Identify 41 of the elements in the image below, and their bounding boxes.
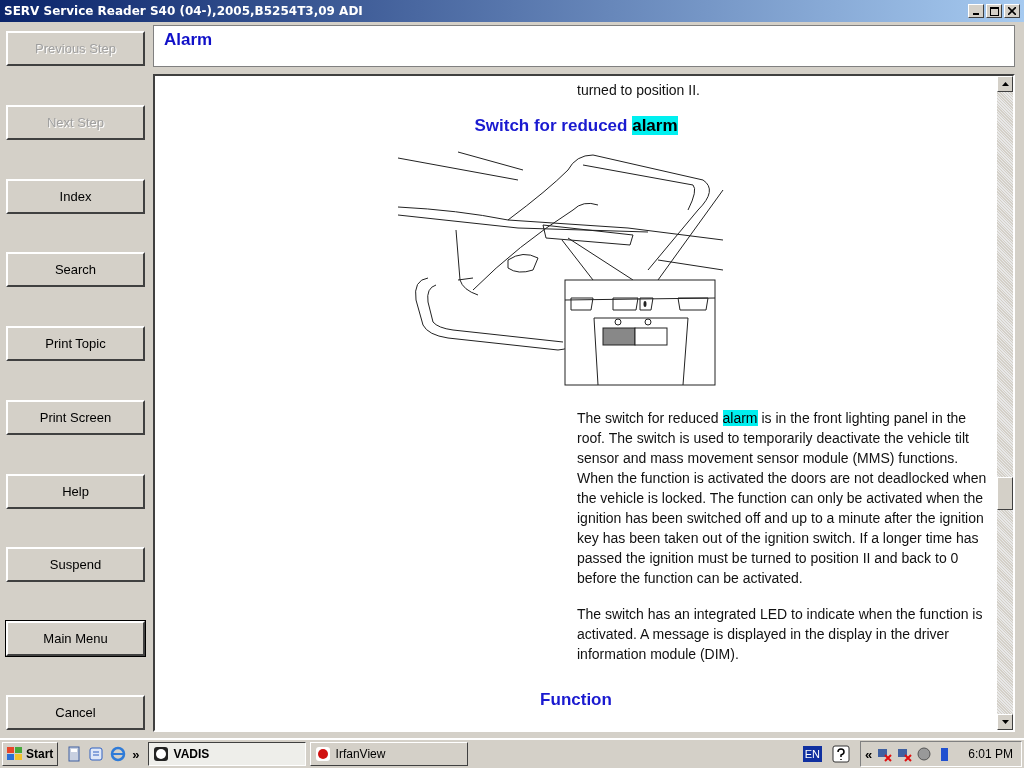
minimize-button[interactable] [968, 4, 984, 18]
section-heading: Switch for reduced alarm [474, 116, 678, 136]
section-heading: Function [540, 690, 612, 710]
sidebar-button[interactable]: Suspend [6, 547, 145, 583]
close-button[interactable] [1004, 4, 1020, 18]
sidebar-button[interactable]: Cancel [6, 694, 145, 730]
app-icon [314, 746, 331, 762]
calculator-icon[interactable] [66, 746, 83, 762]
network-error-icon[interactable] [876, 746, 893, 762]
close-icon [1008, 7, 1016, 15]
document-icon[interactable] [88, 746, 105, 762]
topic-title: Alarm [164, 30, 213, 49]
scroll-down-button[interactable] [997, 714, 1013, 730]
sidebar-button[interactable]: Print Topic [6, 326, 145, 362]
down-arrow-icon [1001, 720, 1009, 724]
scrollbar-thumb[interactable] [997, 477, 1013, 510]
window-title: SERV Service Reader S40 (04-),2005,B5254T3,09 ADI [4, 4, 363, 18]
windows-logo-icon [7, 747, 23, 761]
tray-expand-chevron[interactable]: « [865, 746, 873, 762]
body-paragraph: The switch for reduced alarm is in the front lighting panel in the roof. The switch is used to temporarily deactivate the vehicle tilt sensor and mass movement sensor module (MMS) functions. When the function is activated the doors are not deadlocked when the vehicle is locked. The function can only be activated when the ignition has been switched off and up to a minute after the ignition key has been taken out of the ignition switch. If a longer time has passed the ignition must be turned to position II and back to 0 before the function can be activated. [577, 409, 988, 588]
maximize-button[interactable] [986, 4, 1002, 18]
vertical-scrollbar[interactable] [997, 76, 1013, 730]
body-text: turned to position II. [577, 81, 701, 100]
scroll-up-button[interactable] [997, 76, 1013, 92]
sidebar-button[interactable]: Index [6, 178, 145, 214]
taskbar-button[interactable]: VADIS [147, 742, 306, 766]
language-indicator[interactable]: EN [802, 746, 823, 762]
sidebar-button[interactable]: Main Menu [6, 621, 145, 657]
sidebar-button[interactable]: Help [6, 473, 145, 509]
clock[interactable]: 6:01 PM [968, 747, 1013, 761]
help-icon[interactable] [832, 745, 851, 763]
overflow-chevron[interactable]: » [132, 746, 140, 762]
body-paragraph: The switch has an integrated LED to indicate when the function is activated. A message is displayed in the display in the driver information module (DIM). [577, 605, 984, 664]
sidebar-button[interactable]: Search [6, 252, 145, 288]
start-button[interactable]: Start [2, 742, 59, 766]
taskbar-button[interactable]: IrfanView [309, 742, 468, 766]
app-icon [152, 746, 169, 762]
network-error-icon[interactable] [896, 746, 913, 762]
maximize-icon [989, 6, 999, 16]
sidebar-button[interactable]: Print Screen [6, 399, 145, 435]
up-arrow-icon [1001, 82, 1009, 86]
